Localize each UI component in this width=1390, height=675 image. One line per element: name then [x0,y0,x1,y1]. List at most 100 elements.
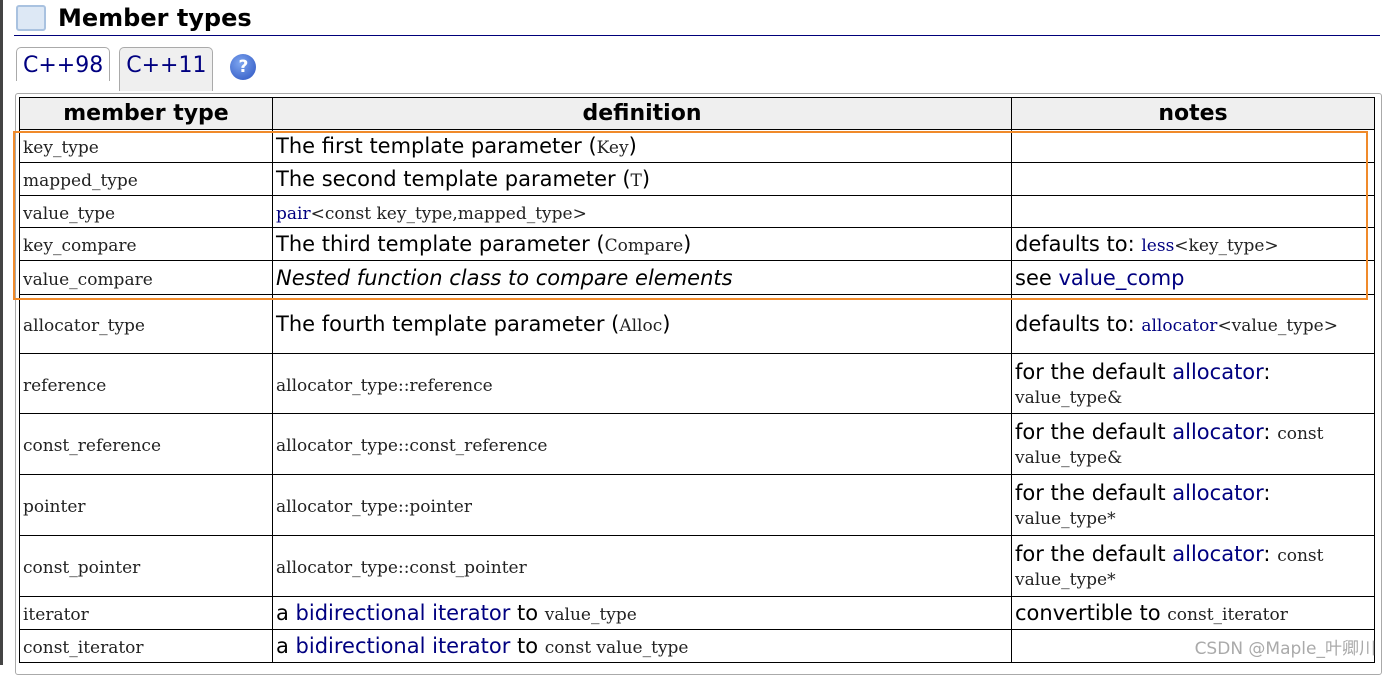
cell-definition: a bidirectional iterator to value_type [272,596,1012,630]
cell-definition: allocator_type::const_pointer [272,535,1012,597]
table-row: const_pointer allocator_type::const_point… [19,535,1375,597]
cell-notes: defaults to: allocator<value_type> [1011,294,1375,354]
header-member-type: member type [19,97,273,130]
member-type-name: reference [23,375,107,396]
cell-notes [1011,129,1375,163]
cell-definition: allocator_type::pointer [272,474,1012,536]
table-row: mapped_type The second template parameter… [19,162,1375,196]
table-row: iterator a bidirectional iterator to valu… [19,596,1375,630]
cell-notes: for the default allocator: value_type* [1011,474,1375,536]
table-row: key_type The first template parameter (Ke… [19,129,1375,163]
text-segment: ) [628,134,637,158]
cell-member-type: pointer [19,474,273,536]
cell-member-type: key_type [19,129,273,163]
text-segment: for the default [1015,542,1173,566]
section-title: Member types [58,4,252,32]
cell-member-type: key_compare [19,227,273,261]
text-segment: a [276,634,296,658]
text-segment: for the default [1015,481,1173,505]
member-type-name: pointer [23,497,86,517]
doc-link[interactable]: allocator [1172,481,1263,505]
text-segment: a [276,601,296,625]
cell-member-type: const_pointer [19,535,273,597]
divider [14,35,1380,36]
text-segment: allocator_type::const_pointer [276,558,527,578]
member-types-table: member type definition notes key_type The… [19,97,1375,663]
cell-notes: for the default allocator: value_type& [1011,353,1375,414]
tab-cpp98[interactable]: C++98 [16,47,111,81]
cell-member-type: value_type [19,195,273,228]
cell-definition: allocator_type::const_reference [272,413,1012,475]
member-type-name: value_type [23,203,116,224]
member-type-name: key_compare [23,236,137,256]
cell-member-type: iterator [19,596,273,630]
text-segment: <const key_type,mapped_type> [310,203,587,224]
help-icon[interactable]: ? [230,54,257,80]
cell-notes [1011,195,1375,228]
table-row: allocator_type The fourth template parame… [19,294,1375,354]
member-type-name: mapped_type [23,171,138,191]
doc-link[interactable]: allocator [1141,316,1217,336]
cell-notes: convertible to const_iterator [1011,596,1375,630]
header-definition: definition [272,97,1012,130]
watermark: CSDN @Maple_叶卿川 [1194,639,1376,659]
text-segment: defaults to: [1015,232,1142,256]
text-segment: value_type& [1015,387,1123,408]
left-border [0,0,3,665]
doc-link[interactable]: allocator [1172,420,1263,444]
table-row: reference allocator_type::reference for th… [19,353,1375,414]
text-segment: const_iterator [1167,605,1288,625]
text-segment: : [1263,420,1278,444]
cell-member-type: const_iterator [19,629,273,663]
member-type-name: value_compare [23,269,153,290]
doc-link[interactable]: value_comp [1058,266,1184,290]
text-segment: ) [662,312,671,336]
table-row: pointer allocator_type::pointer for the de… [19,474,1375,536]
cell-definition: The first template parameter (Key) [272,129,1012,163]
cell-member-type: const_reference [19,413,273,475]
text-segment: for the default [1015,420,1173,444]
section-header: Member types [16,4,252,32]
table-row: value_compare Nested function class to co… [19,260,1375,295]
text-segment: ) [641,167,651,191]
cell-notes: for the default allocator: const value_t… [1011,535,1375,597]
member-type-name: key_type [23,138,99,158]
header-notes: notes [1011,97,1375,130]
member-type-name: allocator_type [23,316,145,336]
text-segment: Nested function class to compare element… [276,265,733,290]
table-row: key_compare The third template parameter … [19,227,1375,261]
doc-link[interactable]: pair [276,204,311,224]
section-icon [16,5,46,31]
member-type-name: const_iterator [23,638,144,658]
doc-link[interactable]: allocator [1172,542,1263,566]
table-row: value_type pair<const key_type,mapped_typ… [19,195,1375,228]
cell-member-type: value_compare [19,260,273,295]
doc-link[interactable]: allocator [1172,360,1263,384]
version-tabs: C++98 C++11 ? [16,47,257,91]
text-segment: const value_type [544,638,689,658]
tab-cpp11[interactable]: C++11 [119,47,214,91]
cell-notes [1011,162,1375,196]
cell-member-type: mapped_type [19,162,273,196]
text-segment: allocator_type::reference [276,375,493,396]
text-segment: allocator_type::pointer [276,497,472,517]
cell-notes: see value_comp [1011,260,1375,295]
doc-link[interactable]: bidirectional iterator [296,634,511,658]
member-type-name: const_reference [23,436,162,456]
text-segment: Compare [604,236,684,256]
cell-member-type: reference [19,353,273,414]
text-segment: : [1263,359,1271,384]
doc-link[interactable]: bidirectional iterator [296,601,511,625]
text-segment: The second template parameter ( [276,167,631,191]
text-segment: defaults to: [1015,312,1142,336]
cell-definition: The second template parameter (T) [272,162,1012,196]
text-segment: <key_type> [1174,236,1279,256]
cell-notes: defaults to: less<key_type> [1011,227,1375,261]
doc-link[interactable]: less [1141,236,1174,256]
cell-definition: The third template parameter (Compare) [272,227,1012,261]
text-segment: Key [596,138,629,158]
text-segment: allocator_type::const_reference [276,436,548,456]
text-segment: to [510,601,545,625]
text-segment: value_type [544,605,637,625]
cell-definition: The fourth template parameter (Alloc) [272,294,1012,354]
